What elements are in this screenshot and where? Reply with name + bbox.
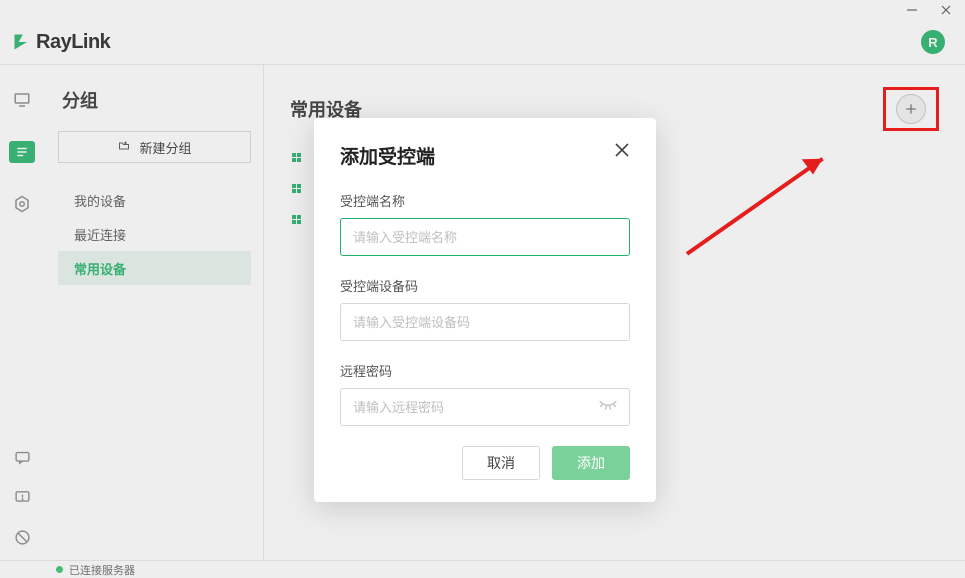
sidebar-item-my-devices[interactable]: 我的设备 bbox=[58, 183, 251, 217]
device-name-label: 受控端名称 bbox=[340, 191, 630, 210]
sidebar-item-recent[interactable]: 最近连接 bbox=[58, 217, 251, 251]
close-button[interactable] bbox=[937, 1, 955, 19]
remote-password-label: 远程密码 bbox=[340, 361, 630, 380]
plus-icon bbox=[904, 102, 918, 116]
app-header: RayLink R bbox=[0, 20, 965, 64]
nav-rail bbox=[0, 65, 44, 560]
eye-closed-icon[interactable] bbox=[598, 398, 618, 417]
avatar[interactable]: R bbox=[921, 30, 945, 54]
add-device-highlight bbox=[883, 87, 939, 131]
logo-icon bbox=[12, 32, 32, 52]
chat-icon[interactable] bbox=[11, 446, 33, 468]
add-device-modal: 添加受控端 受控端名称 受控端设备码 远程密码 取消 添加 bbox=[314, 118, 656, 502]
list-icon[interactable] bbox=[9, 141, 35, 163]
new-group-button[interactable]: 新建分组 bbox=[58, 131, 251, 163]
feedback-icon[interactable] bbox=[11, 486, 33, 508]
remote-password-input[interactable] bbox=[340, 388, 630, 426]
folder-plus-icon bbox=[117, 140, 131, 155]
gear-icon[interactable] bbox=[11, 193, 33, 215]
window-titlebar bbox=[0, 0, 965, 20]
brand-logo: RayLink bbox=[12, 31, 110, 54]
windows-icon bbox=[292, 184, 301, 193]
device-code-label: 受控端设备码 bbox=[340, 276, 630, 295]
add-device-button[interactable] bbox=[896, 94, 926, 124]
modal-close-button[interactable] bbox=[614, 142, 630, 161]
windows-icon bbox=[292, 215, 301, 224]
block-icon[interactable] bbox=[11, 526, 33, 548]
sidebar-title: 分组 bbox=[58, 87, 251, 113]
monitor-icon[interactable] bbox=[11, 89, 33, 111]
modal-title: 添加受控端 bbox=[340, 142, 435, 169]
device-name-input[interactable] bbox=[340, 218, 630, 256]
windows-icon bbox=[292, 153, 301, 162]
status-dot-icon bbox=[56, 566, 63, 573]
sidebar-item-favorites[interactable]: 常用设备 bbox=[58, 251, 251, 285]
cancel-button[interactable]: 取消 bbox=[462, 446, 540, 480]
status-bar: 已连接服务器 bbox=[0, 560, 965, 578]
close-icon bbox=[614, 142, 630, 158]
confirm-button[interactable]: 添加 bbox=[552, 446, 630, 480]
brand-name: RayLink bbox=[36, 31, 110, 54]
minimize-button[interactable] bbox=[903, 1, 921, 19]
group-sidebar: 分组 新建分组 我的设备 最近连接 常用设备 bbox=[44, 65, 264, 560]
status-text: 已连接服务器 bbox=[69, 562, 135, 578]
new-group-label: 新建分组 bbox=[139, 138, 191, 157]
device-code-input[interactable] bbox=[340, 303, 630, 341]
